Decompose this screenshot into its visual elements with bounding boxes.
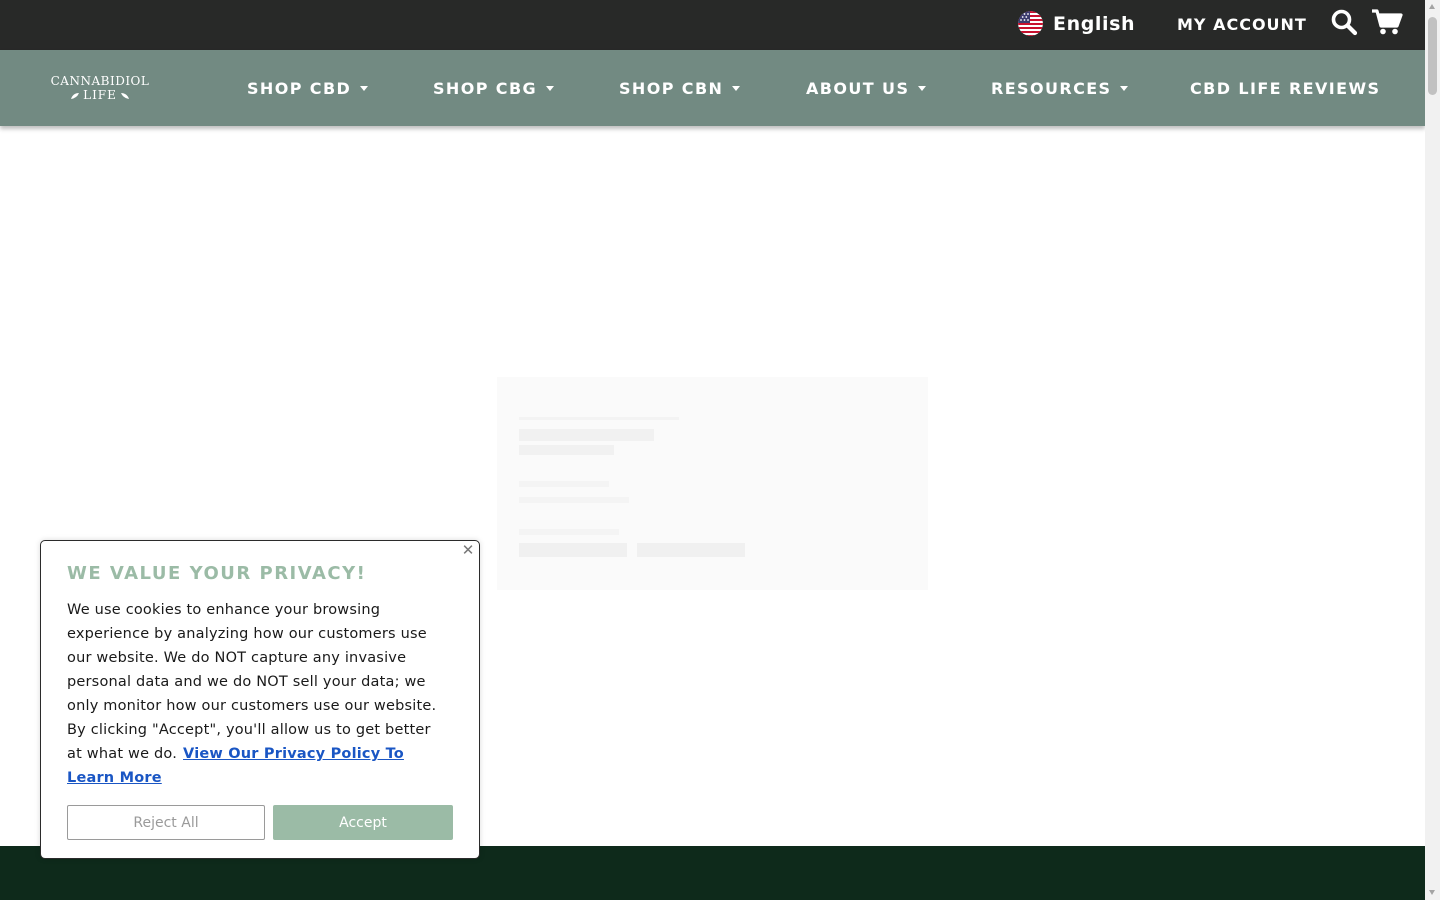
nav-item-shop-cbg[interactable]: SHOP CBG [433, 79, 555, 98]
language-label: English [1053, 12, 1136, 35]
top-utility-bar: English MY ACCOUNT [0, 0, 1425, 50]
caret-down-icon [1120, 86, 1129, 91]
search-icon[interactable] [1330, 8, 1358, 40]
cannabidiol-life-logo[interactable]: CANNABIDIOL LIFE [50, 75, 150, 105]
cart-icon[interactable] [1371, 8, 1403, 40]
logo-line-2: LIFE [50, 88, 150, 102]
scrollbar-thumb[interactable] [1428, 17, 1437, 95]
page-scrollbar[interactable] [1425, 0, 1440, 900]
nav-item-label: SHOP CBN [619, 79, 724, 98]
main-navigation: CANNABIDIOL LIFE SHOP CBD SHOP CBG SHOP … [0, 50, 1425, 126]
leaf-icon [71, 92, 80, 99]
placeholder-button [637, 543, 745, 557]
nav-item-label: RESOURCES [991, 79, 1112, 98]
nav-item-about-us[interactable]: ABOUT US [806, 79, 927, 98]
close-icon[interactable]: ✕ [459, 541, 477, 559]
logo-line-1: CANNABIDIOL [50, 74, 150, 88]
placeholder-line [519, 429, 654, 441]
nav-item-label: CBD LIFE REVIEWS [1190, 79, 1381, 98]
scroll-up-arrow-icon[interactable] [1429, 4, 1435, 9]
nav-item-label: SHOP CBD [247, 79, 352, 98]
cookie-body-text: We use cookies to enhance your browsing … [67, 602, 437, 762]
placeholder-line [519, 417, 679, 420]
accept-button[interactable]: Accept [273, 805, 453, 840]
cookie-title: WE VALUE YOUR PRIVACY! [67, 563, 367, 584]
caret-down-icon [918, 86, 927, 91]
us-flag-icon [1018, 11, 1043, 36]
placeholder-line [519, 445, 614, 455]
nav-item-shop-cbn[interactable]: SHOP CBN [619, 79, 741, 98]
cookie-body: We use cookies to enhance your browsing … [67, 598, 449, 790]
caret-down-icon [360, 86, 369, 91]
nav-item-cbd-life-reviews[interactable]: CBD LIFE REVIEWS [1190, 79, 1380, 98]
nav-item-label: ABOUT US [806, 79, 910, 98]
nav-item-label: SHOP CBG [433, 79, 538, 98]
placeholder-button [519, 543, 627, 557]
scroll-down-arrow-icon[interactable] [1429, 890, 1435, 895]
leaf-icon [120, 92, 129, 99]
caret-down-icon [732, 86, 741, 91]
language-selector[interactable]: English [1018, 11, 1135, 36]
placeholder-line [519, 529, 619, 535]
placeholder-line [519, 481, 609, 487]
placeholder-line [519, 497, 629, 503]
reject-all-button[interactable]: Reject All [67, 805, 265, 840]
loading-placeholder-card [497, 377, 928, 590]
my-account-link[interactable]: MY ACCOUNT [1177, 15, 1307, 34]
nav-item-shop-cbd[interactable]: SHOP CBD [247, 79, 369, 98]
caret-down-icon [546, 86, 555, 91]
logo-line-2-text: LIFE [83, 88, 117, 102]
cookie-consent-dialog: ✕ WE VALUE YOUR PRIVACY! We use cookies … [40, 540, 480, 859]
nav-item-resources[interactable]: RESOURCES [991, 79, 1129, 98]
